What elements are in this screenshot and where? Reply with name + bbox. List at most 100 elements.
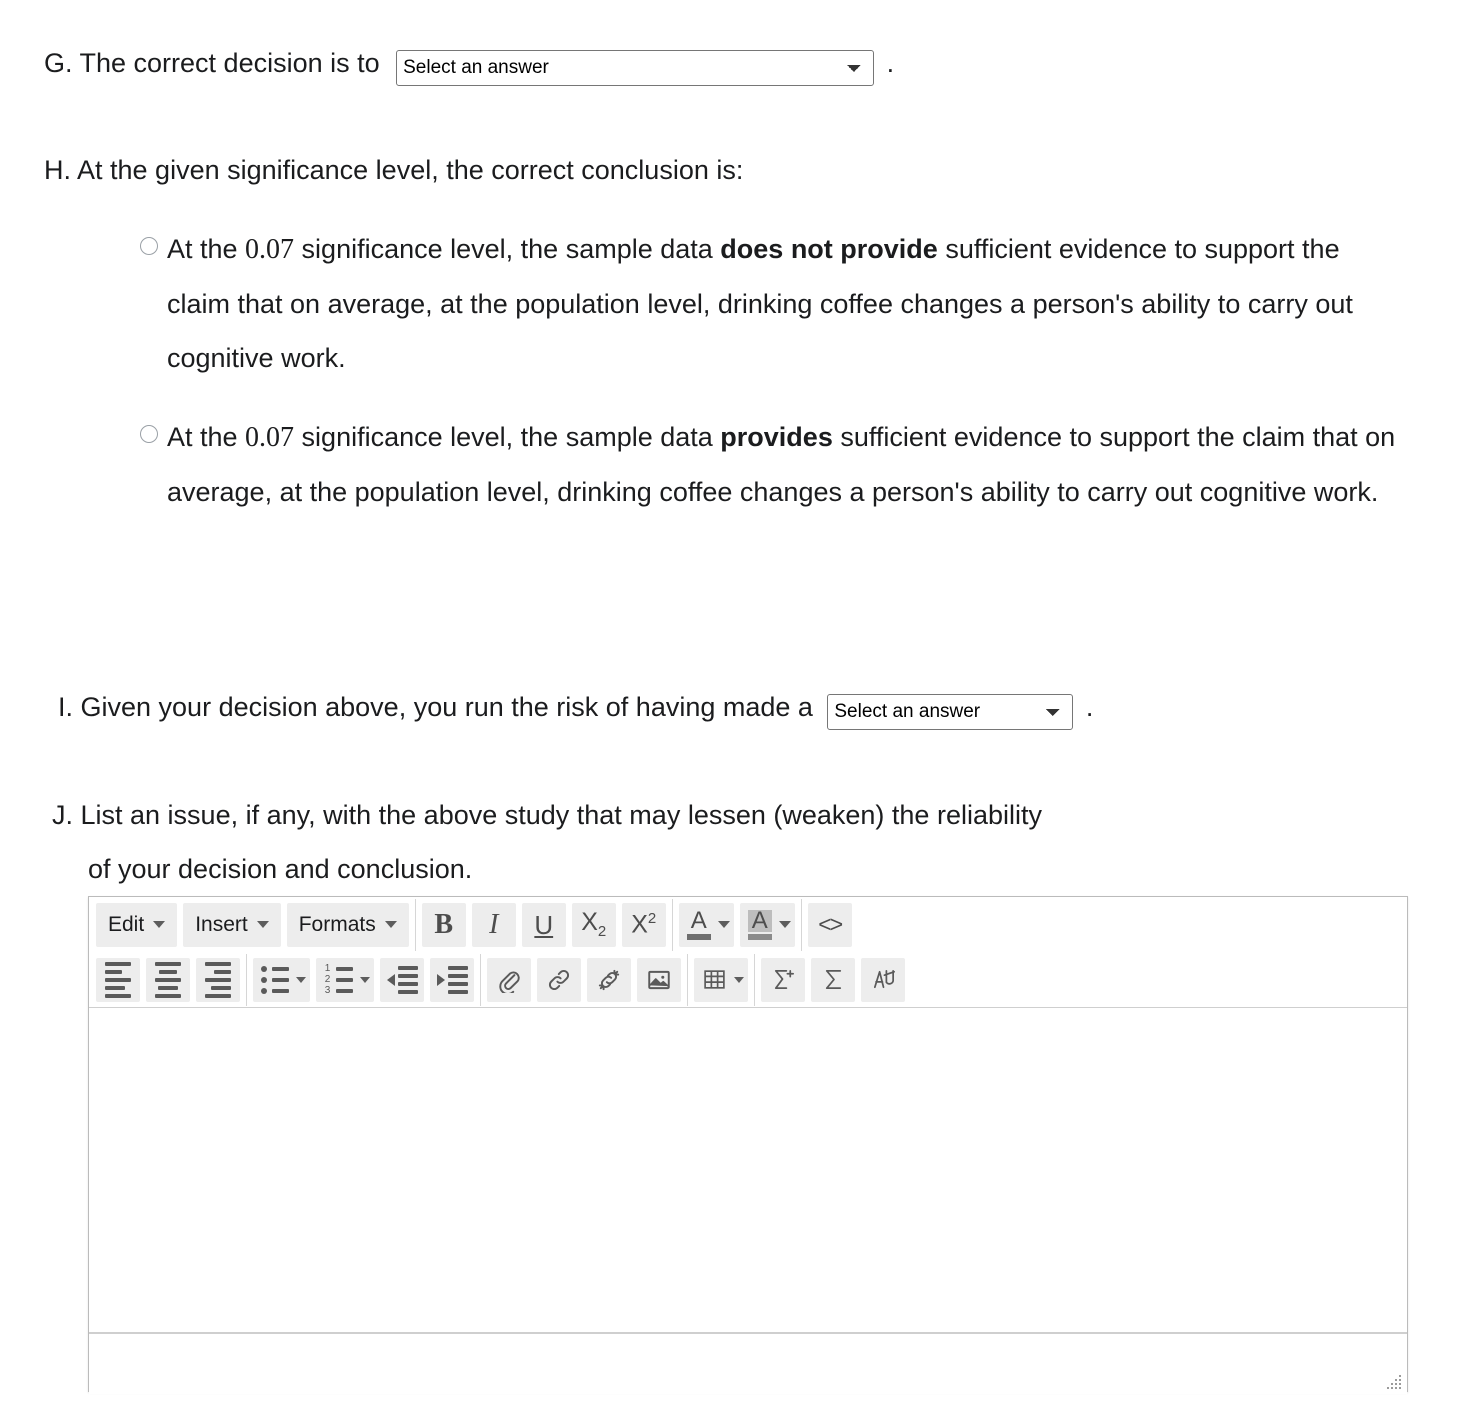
underline-button[interactable]: U [521,902,566,947]
superscript-button[interactable]: X2 [621,902,666,947]
toolbar-divider [800,898,802,951]
chevron-down-icon [384,921,397,928]
chevron-down-icon[interactable] [778,921,791,928]
table-group [691,952,751,1007]
handwriting-button[interactable] [861,957,905,1002]
numbered-list-button[interactable]: 1 2 3 [316,957,374,1002]
toolbar-divider [754,953,755,1006]
opt1-part1: At the [167,234,246,264]
unlink-icon [598,969,620,990]
align-center-button[interactable] [146,957,190,1002]
code-icon: <> [818,911,843,937]
formats-menu[interactable]: Formats [286,902,409,947]
opt1-part2: significance level, the sample data [294,234,721,264]
opt2-math: 0.07 [245,422,295,453]
chevron-down-icon[interactable] [717,921,730,928]
question-i-answer-select[interactable]: Select an answer [827,693,1074,730]
question-i-suffix: . [1085,692,1094,722]
radio-icon[interactable] [140,425,158,443]
menubar-group: Edit Insert Formats [93,897,412,952]
question-j-prompt-line1: J. List an issue, if any, with the above… [52,800,1042,830]
indent-icon [436,965,468,994]
toolbar-divider [671,898,673,951]
subscript-button[interactable]: X2 [571,902,616,947]
editor-toolbar-row-2: 1 2 3 [89,952,1407,1007]
edit-menu[interactable]: Edit [96,902,178,947]
align-left-icon [105,961,131,998]
question-g-answer-select[interactable]: Select an answer [396,49,875,86]
align-right-button[interactable] [196,957,240,1002]
opt1-math: 0.07 [245,234,295,265]
paperclip-icon [499,970,520,993]
bold-button[interactable]: B [421,902,466,947]
insert-media-group [484,952,684,1007]
question-g-prefix: G. The correct decision is to [44,48,380,78]
color-group: A A [676,897,798,952]
insert-image-button[interactable] [637,957,681,1002]
bold-icon: B [434,908,454,940]
subscript-icon: X2 [581,908,607,940]
rich-text-editor: Edit Insert Formats B I U X2 X2 A A <> 1… [88,896,1408,1394]
numbered-list-icon: 1 2 3 [324,963,353,995]
chevron-down-icon [256,921,269,928]
editor-toolbar-row-1: Edit Insert Formats B I U X2 X2 A A <> [89,897,1407,952]
resize-handle-icon[interactable] [1387,1375,1401,1389]
toolbar-divider [480,953,481,1006]
source-group: <> [805,897,855,952]
chevron-down-icon [153,921,166,928]
remove-link-button[interactable] [587,957,631,1002]
question-h-prompt-text: H. At the given significance level, the … [44,155,744,185]
bullet-list-button[interactable] [253,957,310,1002]
italic-button[interactable]: I [471,902,516,947]
superscript-icon: X2 [631,910,657,939]
background-color-icon: A [747,908,772,940]
background-color-button[interactable]: A [739,902,795,947]
formats-menu-label: Formats [298,912,376,936]
opt2-emphasis: provides [720,422,833,452]
handwriting-icon [873,969,895,989]
opt2-part2: significance level, the sample data [294,422,721,452]
underline-icon: U [534,909,554,940]
question-h-prompt: H. At the given significance level, the … [44,143,743,197]
attachment-button[interactable] [487,957,531,1002]
table-button[interactable] [694,957,748,1002]
text-format-group: B I U X2 X2 [419,897,669,952]
radio-icon[interactable] [140,237,158,255]
math-button[interactable] [811,957,855,1002]
table-icon [704,970,725,989]
question-h-option-2[interactable]: At the 0.07 significance level, the samp… [140,410,1405,519]
bullet-list-icon [261,965,289,994]
toolbar-divider [687,953,688,1006]
editor-content-area[interactable] [89,1007,1407,1332]
insert-menu[interactable]: Insert [183,902,281,947]
text-color-button[interactable]: A [678,902,734,947]
chevron-down-icon[interactable] [296,976,306,983]
question-g: G. The correct decision is to Select an … [44,36,894,90]
chevron-down-icon[interactable] [734,976,744,983]
align-left-button[interactable] [96,957,140,1002]
question-h-option-1[interactable]: At the 0.07 significance level, the samp… [140,222,1390,385]
editor-status-bar [89,1332,1407,1394]
question-i: I. Given your decision above, you run th… [58,680,1093,734]
question-j-prompt: J. List an issue, if any, with the above… [52,788,1042,896]
chevron-down-icon[interactable] [360,976,370,983]
toolbar-divider [246,953,247,1006]
list-indent-group: 1 2 3 [250,952,477,1007]
alignment-group [93,952,243,1007]
link-icon [548,969,570,990]
source-code-button[interactable]: <> [807,902,852,947]
insert-link-button[interactable] [537,957,581,1002]
question-h-option-2-label: At the 0.07 significance level, the samp… [167,410,1405,519]
question-h-option-1-label: At the 0.07 significance level, the samp… [167,222,1387,385]
image-icon [648,970,670,989]
align-right-icon [205,961,231,998]
quiz-page: G. The correct decision is to Select an … [0,0,1472,1410]
italic-icon: I [489,908,499,940]
insert-equation-button[interactable] [761,957,805,1002]
edit-menu-label: Edit [108,912,145,936]
text-color-icon: A [686,908,711,940]
sigma-icon [825,969,841,990]
outdent-icon [386,965,418,994]
outdent-button[interactable] [380,957,424,1002]
indent-button[interactable] [430,957,474,1002]
